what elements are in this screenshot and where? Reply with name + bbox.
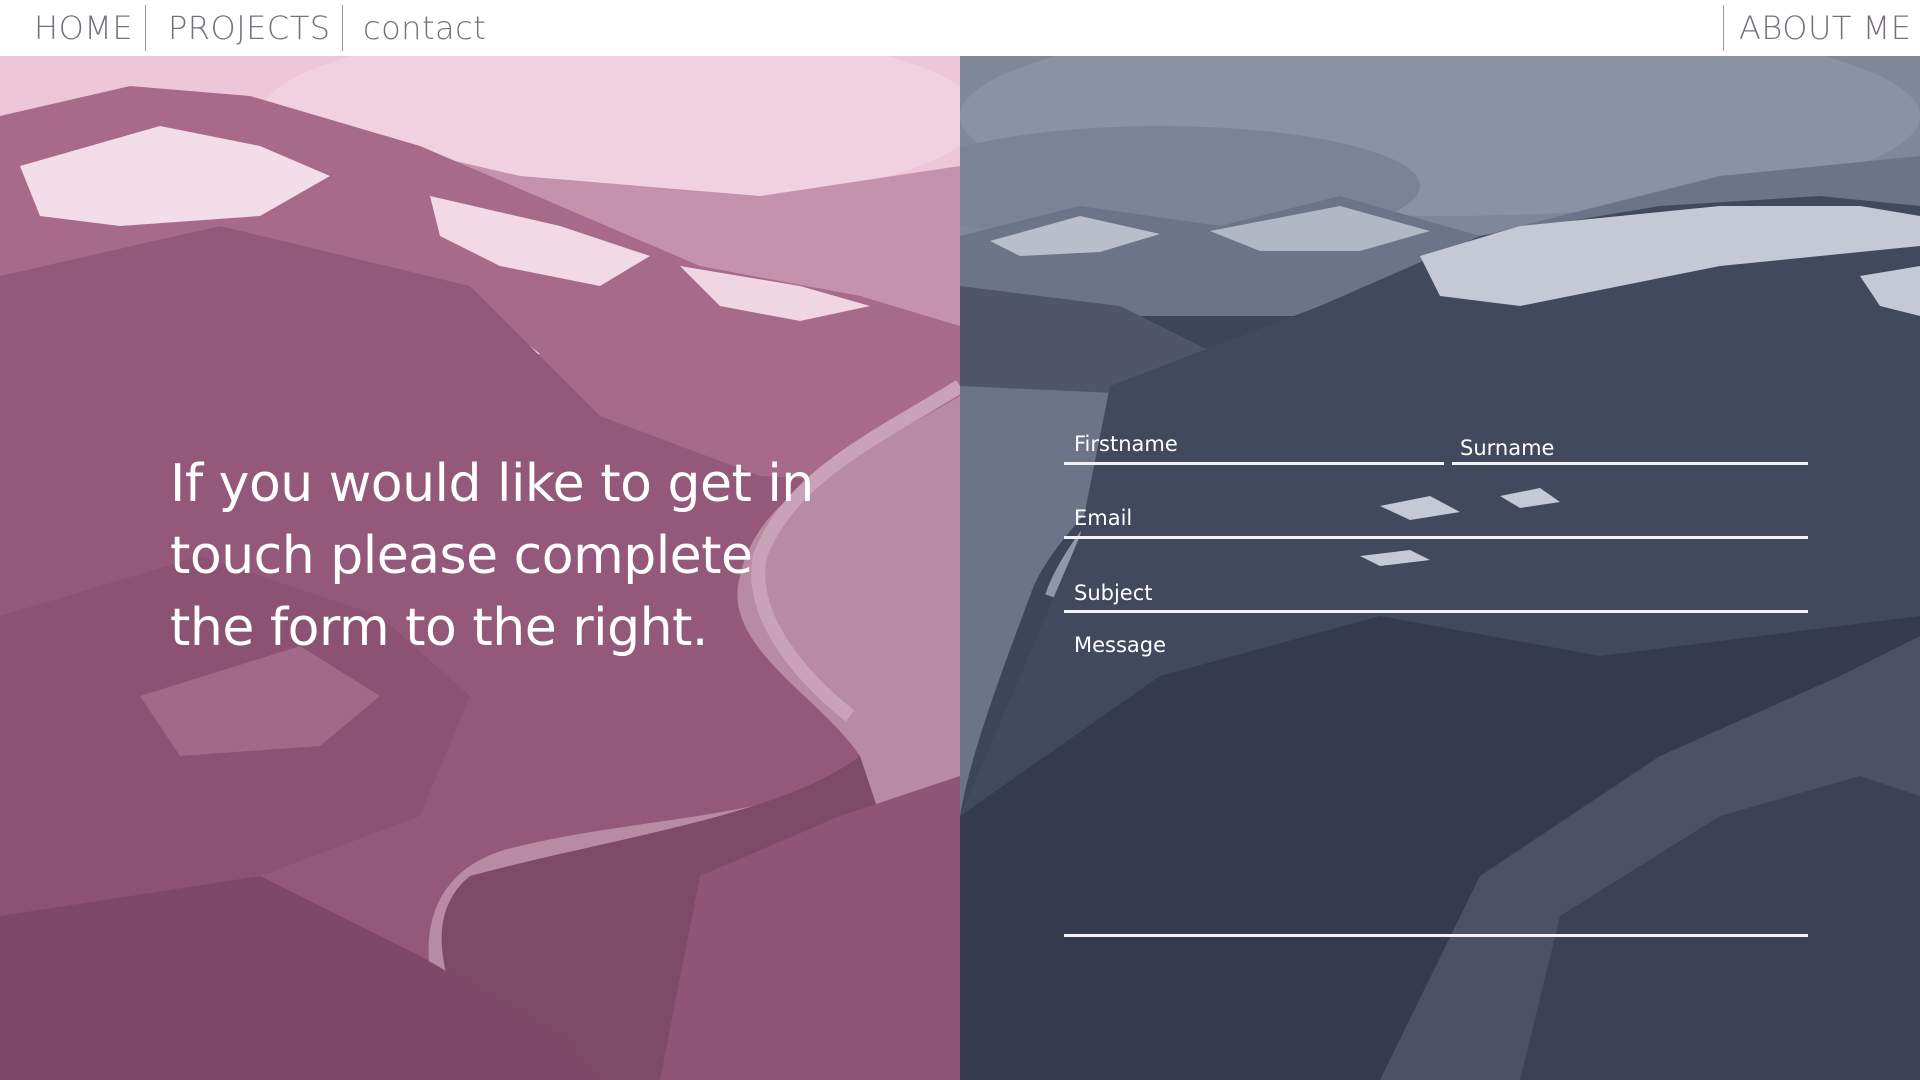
left-hero-panel: If you would like to get in touch please… [0, 56, 960, 1080]
mountain-fjord-photo-slate [960, 56, 1920, 1080]
nav-divider [1723, 5, 1724, 51]
nav-contact-link[interactable]: contact [363, 6, 486, 50]
firstname-underline [1064, 462, 1444, 465]
contact-intro-text: If you would like to get in touch please… [170, 454, 814, 658]
firstname-label: Firstname [1074, 432, 1178, 456]
message-textarea[interactable] [1074, 666, 1804, 926]
subject-underline [1064, 610, 1808, 613]
nav-home-link[interactable]: HOME [34, 6, 133, 50]
nav-about-me-link[interactable]: ABOUT ME [1739, 6, 1911, 50]
surname-underline [1452, 462, 1808, 465]
surname-label: Surname [1460, 436, 1555, 460]
nav-divider [145, 5, 146, 51]
nav-divider [342, 5, 343, 51]
email-label: Email [1074, 506, 1133, 530]
message-label: Message [1074, 633, 1167, 657]
top-navigation: HOME PROJECTS contact ABOUT ME [0, 0, 1920, 56]
email-underline [1064, 536, 1808, 539]
subject-label: Subject [1074, 581, 1153, 605]
contact-form-panel: Firstname Surname Email Subject Message [960, 56, 1920, 1080]
message-underline [1064, 934, 1808, 937]
nav-projects-link[interactable]: PROJECTS [168, 6, 331, 50]
